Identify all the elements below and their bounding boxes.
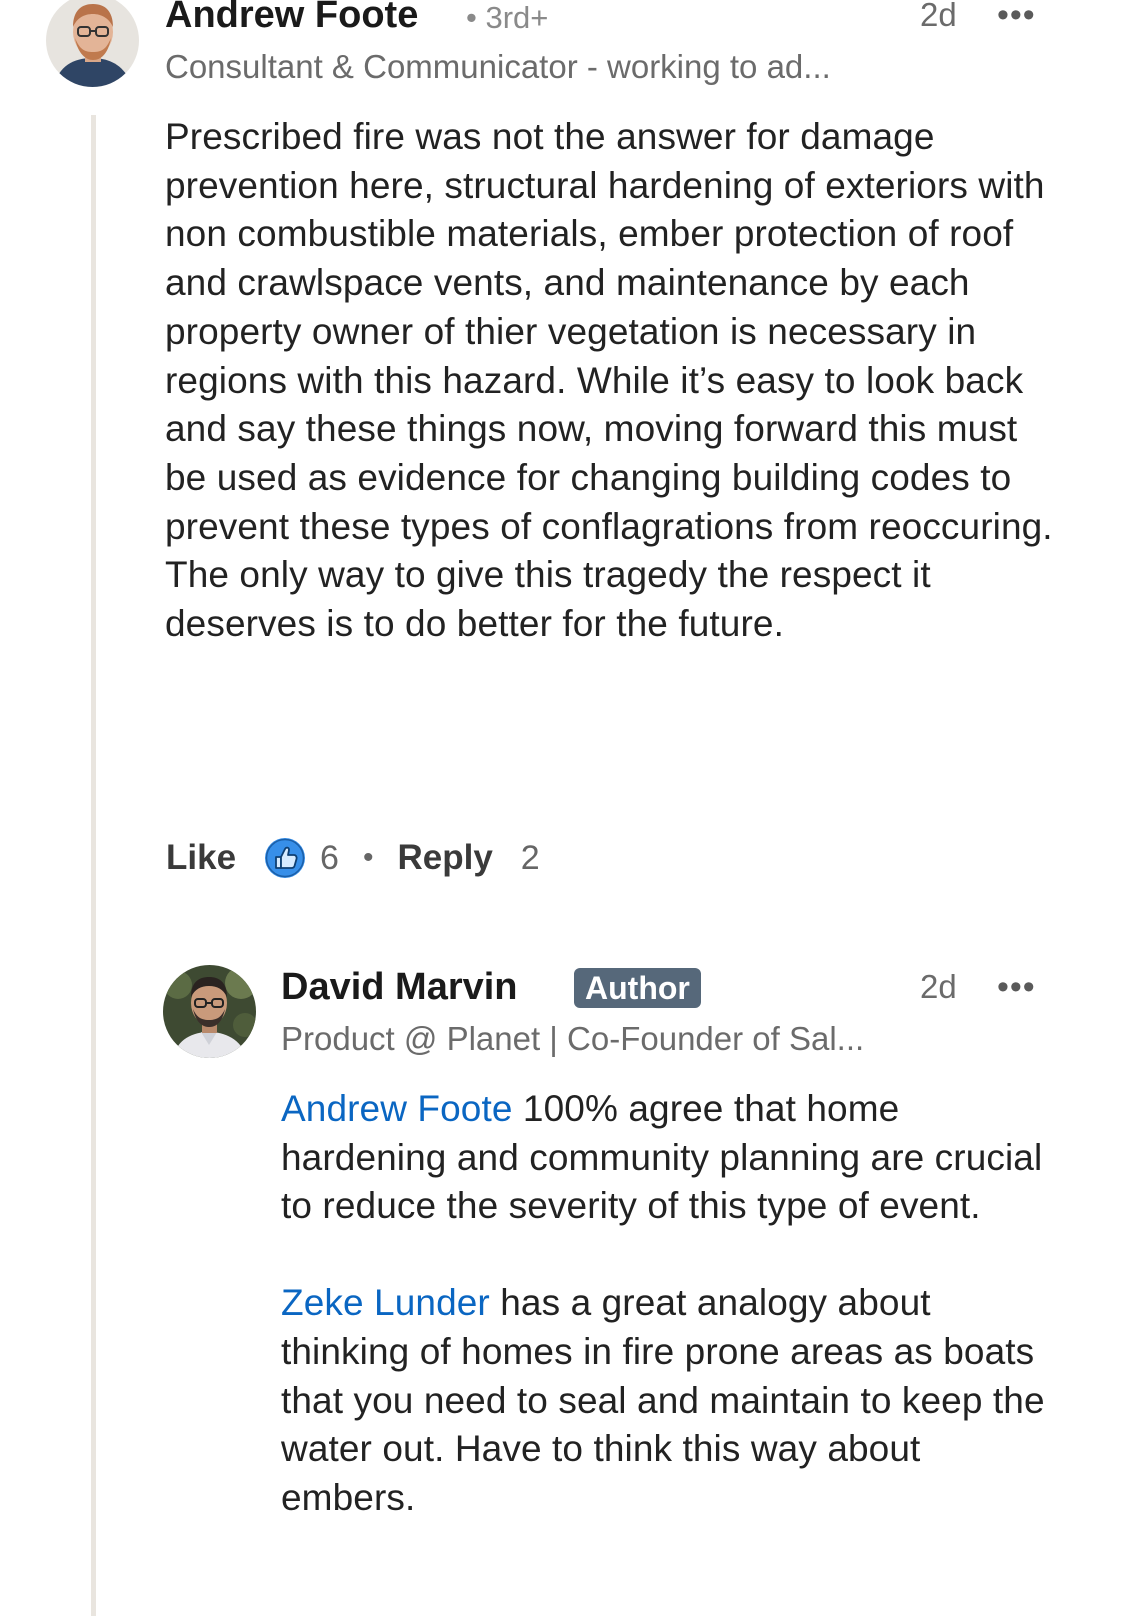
andrew-avatar-image (46, 0, 139, 87)
action-separator: • (362, 841, 374, 874)
mention-link[interactable]: Zeke Lunder (281, 1282, 490, 1323)
reply-paragraph: Zeke Lunder has a great analogy about th… (281, 1279, 1061, 1523)
avatar[interactable] (46, 0, 139, 87)
more-horizontal-icon[interactable]: ••• (997, 970, 1036, 1004)
comment-paragraph: Prescribed fire was not the answer for d… (165, 116, 1053, 645)
reply-author-headline: Product @ Planet | Co-Founder of Sal... (281, 1020, 865, 1057)
comment-timestamp: 2d (920, 0, 957, 33)
like-button[interactable]: Like (166, 838, 236, 878)
comment-text: Prescribed fire was not the answer for d… (165, 113, 1055, 649)
david-avatar-image (163, 965, 256, 1058)
comment-actions: Like 6 • Reply 2 (166, 836, 540, 880)
connection-degree: • 3rd+ (466, 0, 549, 35)
reply-timestamp: 2d (920, 968, 957, 1005)
mention-link[interactable]: Andrew Foote (281, 1088, 513, 1129)
comment-author-name[interactable]: Andrew Foote (165, 0, 418, 37)
reply-author-name[interactable]: David Marvin (281, 966, 518, 1009)
reaction-count[interactable]: 6 (320, 839, 339, 878)
reply-button[interactable]: Reply (397, 838, 492, 878)
more-horizontal-icon[interactable]: ••• (997, 0, 1036, 32)
reply-paragraph: Andrew Foote 100% agree that home harden… (281, 1085, 1061, 1231)
like-thumbs-up-icon[interactable] (264, 837, 306, 879)
avatar[interactable] (163, 965, 256, 1058)
reply-count[interactable]: 2 (521, 839, 540, 878)
reply-text: Andrew Foote 100% agree that home harden… (281, 1085, 1061, 1523)
author-badge: Author (574, 968, 701, 1008)
thread-line (91, 115, 96, 1616)
comment-author-headline: Consultant & Communicator - working to a… (165, 48, 831, 85)
